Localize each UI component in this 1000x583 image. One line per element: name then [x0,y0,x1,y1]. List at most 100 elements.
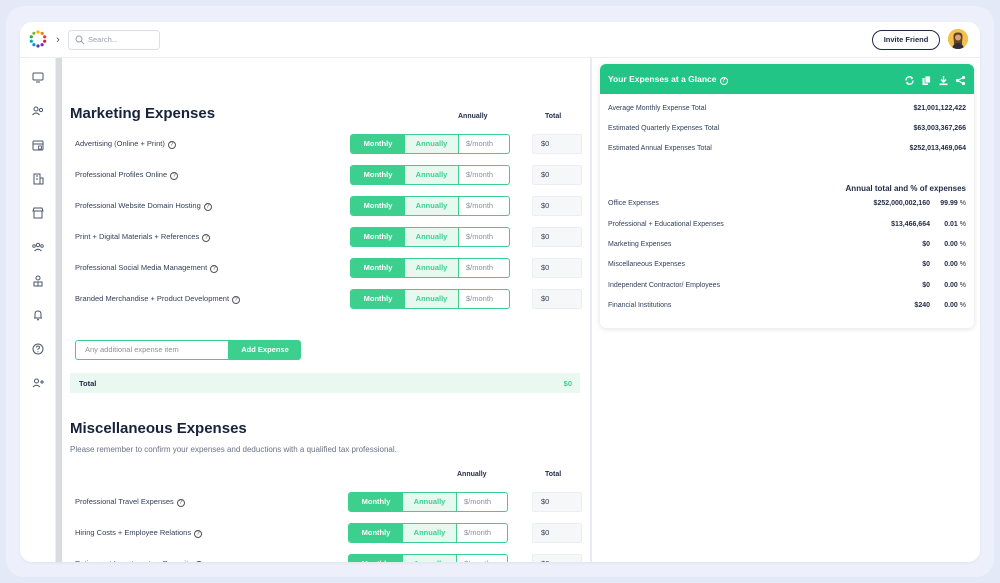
expense-label: Branded Merchandise + Product Developmen… [75,294,241,304]
category-label: Professional + Educational Expenses [608,221,724,228]
category-value: $240 [914,302,930,309]
category-label: Marketing Expenses [608,241,672,248]
marketing-title: Marketing Expenses [70,105,216,122]
help-icon[interactable]: ? [194,561,203,562]
row-total: $0 [532,492,582,512]
amount-input[interactable]: $/month [466,259,493,277]
category-percent: 0.00 % [944,261,966,268]
chevron-right-icon[interactable]: › [53,34,63,46]
add-user-icon[interactable] [31,376,45,390]
category-value: $0 [922,241,930,248]
frequency-toggle: MonthlyAnnually $/month [348,523,508,543]
help-icon[interactable] [31,342,45,356]
help-icon[interactable]: ? [176,499,185,507]
expenses-form: Marketing Expenses Annually Total Advert… [62,58,590,562]
category-row: Miscellaneous Expenses $0 0.00 % [608,261,966,273]
frequency-toggle: MonthlyAnnually $/month [350,165,510,185]
help-icon[interactable]: ? [210,265,219,273]
help-icon[interactable]: ? [232,296,241,304]
help-icon[interactable]: ? [719,77,728,85]
amount-input[interactable]: $/month [464,555,491,562]
expense-row: Professional Social Media Management? Mon… [75,258,582,278]
expense-label: Print + Digital Materials + References? [75,232,211,242]
summary-row: Average Monthly Expense Total $21,001,122… [608,105,966,117]
category-percent: 0.00 % [944,282,966,289]
logo-icon[interactable] [28,29,48,49]
amount-input[interactable]: $/month [464,493,491,511]
frequency-toggle: MonthlyAnnually $/month [350,289,510,309]
tax-note: Please remember to confirm your expenses… [70,445,397,454]
frequency-toggle: MonthlyAnnually $/month [350,196,510,216]
col-annually: Annually [457,471,487,478]
total-label: Total [79,379,97,388]
expense-label: Retirement Investments + Deposits? [75,559,203,562]
monthly-toggle[interactable]: Monthly [351,228,405,246]
monthly-toggle[interactable]: Monthly [351,197,405,215]
annually-toggle[interactable]: Annually [403,493,457,511]
amount-input[interactable]: $/month [466,228,493,246]
category-row: Financial Institutions $240 0.00 % [608,302,966,314]
app-window: › Search... Invite Friend Marketing Expe… [20,22,980,562]
amount-input[interactable]: $/month [466,135,493,153]
calendar-icon[interactable] [31,138,45,152]
help-icon[interactable]: ? [202,234,211,242]
help-icon[interactable]: ? [194,530,203,538]
refresh-icon[interactable] [904,73,915,85]
category-value: $0 [922,282,930,289]
amount-input[interactable]: $/month [464,524,491,542]
expense-row: Print + Digital Materials + References? M… [75,227,582,247]
search-input[interactable]: Search... [68,30,160,50]
users-icon[interactable] [31,104,45,118]
monthly-toggle[interactable]: Monthly [349,555,403,562]
amount-input[interactable]: $/month [466,166,493,184]
row-total: $0 [532,227,582,247]
category-row: Independent Contractor/ Employees $0 0.00 … [608,282,966,294]
monthly-toggle[interactable]: Monthly [351,166,405,184]
category-percent: 0.01 % [944,221,966,228]
expense-row: Professional Website Domain Hosting? Mont… [75,196,582,216]
additional-expense-input[interactable]: Any additional expense item [75,340,229,360]
marketing-total-bar: Total $0 [70,373,580,393]
store-icon[interactable] [31,206,45,220]
annually-toggle[interactable]: Annually [403,524,457,542]
annually-toggle[interactable]: Annually [405,166,459,184]
monthly-toggle[interactable]: Monthly [351,135,405,153]
amount-input[interactable]: $/month [466,290,493,308]
glance-title: Your Expenses at a Glance? [608,74,728,85]
share-icon[interactable] [955,73,966,86]
frequency-toggle: MonthlyAnnually $/month [350,134,510,154]
monthly-toggle[interactable]: Monthly [349,493,403,511]
annually-toggle[interactable]: Annually [405,135,459,153]
team-icon[interactable] [31,240,45,254]
amount-input[interactable]: $/month [466,197,493,215]
bank-user-icon[interactable] [31,274,45,288]
annually-toggle[interactable]: Annually [405,228,459,246]
download-icon[interactable] [938,73,949,86]
summary-value: $252,013,469,064 [909,145,966,152]
monthly-toggle[interactable]: Monthly [351,290,405,308]
bell-icon[interactable] [31,308,45,322]
invite-friend-button[interactable]: Invite Friend [872,30,940,50]
frequency-toggle: MonthlyAnnually $/month [348,554,508,562]
annually-toggle[interactable]: Annually [405,290,459,308]
frequency-toggle: MonthlyAnnually $/month [350,258,510,278]
monthly-toggle[interactable]: Monthly [351,259,405,277]
monthly-toggle[interactable]: Monthly [349,524,403,542]
glance-card: Your Expenses at a Glance? Average Month… [600,64,974,328]
annually-toggle[interactable]: Annually [403,555,457,562]
avatar[interactable] [948,29,968,49]
row-total: $0 [532,196,582,216]
annually-toggle[interactable]: Annually [405,197,459,215]
help-icon[interactable]: ? [170,172,179,180]
copy-icon[interactable] [921,73,932,85]
annually-toggle[interactable]: Annually [405,259,459,277]
category-percent: 0.00 % [944,302,966,309]
category-value: $13,466,664 [891,221,930,228]
glance-header: Your Expenses at a Glance? [600,64,974,94]
help-icon[interactable]: ? [167,141,176,149]
help-icon[interactable]: ? [203,203,212,211]
add-expense-button[interactable]: Add Expense [229,340,301,360]
category-value: $252,000,002,160 [873,200,930,207]
monitor-icon[interactable] [31,70,45,84]
building-icon[interactable] [31,172,45,186]
